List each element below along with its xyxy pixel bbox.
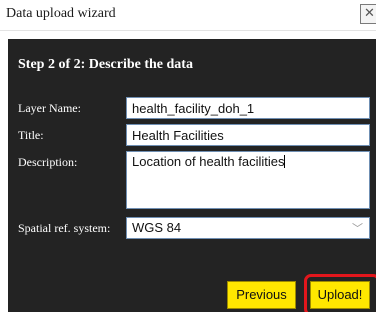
upload-wizard-dialog: Data upload wizard ✕ Step 2 of 2: Descri… bbox=[0, 0, 376, 312]
text-caret bbox=[284, 155, 286, 168]
close-icon: ✕ bbox=[364, 6, 375, 21]
chevron-down-icon: ﹀ bbox=[352, 222, 363, 235]
previous-button[interactable]: Previous bbox=[227, 281, 296, 309]
layer-name-input[interactable] bbox=[126, 97, 370, 119]
wizard-panel: Step 2 of 2: Describe the data Layer Nam… bbox=[8, 39, 376, 312]
close-button[interactable]: ✕ bbox=[360, 4, 376, 24]
srs-selected-value: WGS 84 bbox=[132, 220, 182, 235]
layer-name-label: Layer Name: bbox=[18, 101, 81, 115]
description-text: Location of health facilities bbox=[132, 154, 285, 169]
upload-button[interactable]: Upload! bbox=[310, 281, 370, 309]
srs-label: Spatial ref. system: bbox=[18, 221, 111, 235]
description-textarea[interactable]: Location of health facilities bbox=[126, 151, 370, 209]
title-input[interactable] bbox=[126, 124, 370, 146]
srs-select[interactable]: WGS 84 ﹀ bbox=[126, 217, 370, 239]
dialog-title: Data upload wizard bbox=[6, 6, 116, 21]
step-heading: Step 2 of 2: Describe the data bbox=[18, 57, 193, 72]
dialog-titlebar: Data upload wizard ✕ bbox=[0, 0, 376, 31]
description-label: Description: bbox=[18, 155, 78, 169]
title-label: Title: bbox=[18, 128, 44, 142]
